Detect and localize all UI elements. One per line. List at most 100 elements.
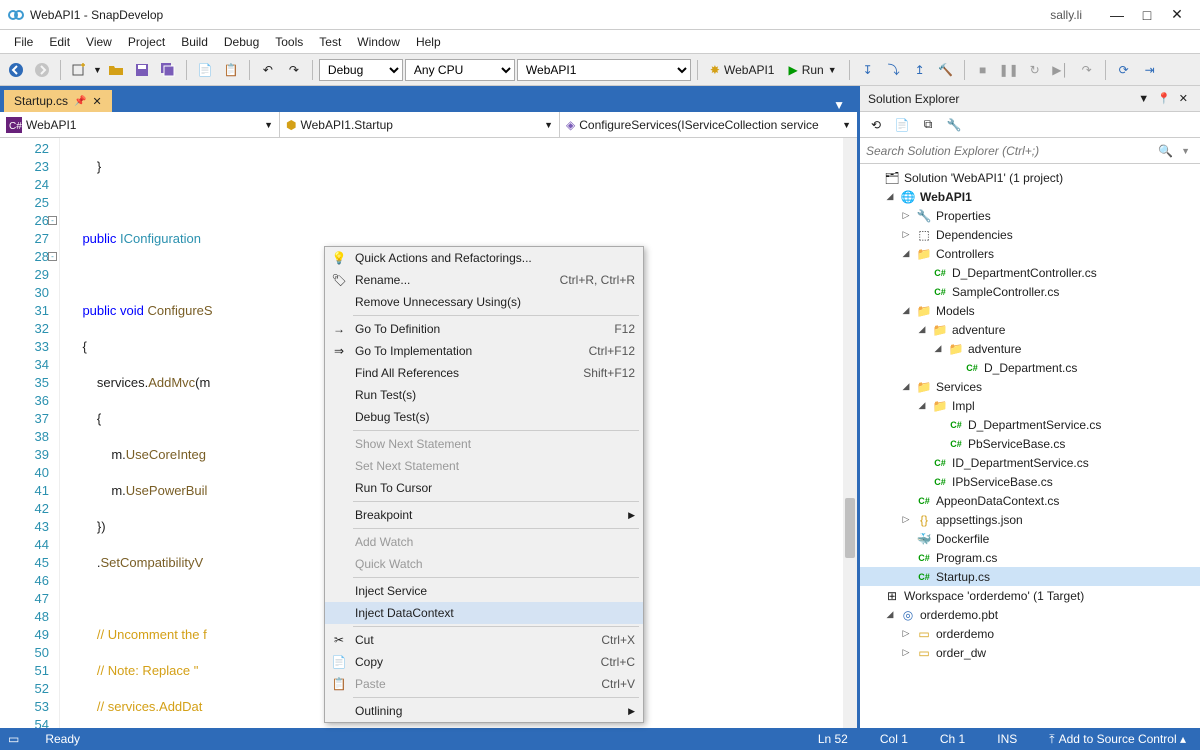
step-over-icon[interactable]: ⤵: [882, 58, 906, 82]
tree-node[interactable]: ◢📁Impl: [860, 396, 1200, 415]
run-button[interactable]: ▶Run▼: [782, 58, 842, 82]
menu-window[interactable]: Window: [349, 32, 408, 52]
tree-node[interactable]: C#IPbServiceBase.cs: [860, 472, 1200, 491]
panel-pin-icon[interactable]: 📍: [1153, 92, 1175, 105]
refresh-icon[interactable]: ⟳: [1112, 58, 1136, 82]
nav-forward-button[interactable]: [30, 58, 54, 82]
menu-edit[interactable]: Edit: [41, 32, 78, 52]
tree-node[interactable]: C#D_DepartmentService.cs: [860, 415, 1200, 434]
status-scc[interactable]: ⤒Add to Source Control ▴: [1043, 732, 1192, 747]
tree-node[interactable]: ▷▭orderdemo: [860, 624, 1200, 643]
save-button[interactable]: [130, 58, 154, 82]
ctx-go-to-definition[interactable]: →Go To DefinitionF12: [325, 318, 643, 340]
expander-icon[interactable]: ◢: [916, 324, 928, 335]
step-icon[interactable]: ↷: [1075, 58, 1099, 82]
pin-icon[interactable]: 📌: [74, 96, 86, 107]
expander-icon[interactable]: ◢: [884, 609, 896, 620]
save-all-button[interactable]: [156, 58, 180, 82]
restart-icon[interactable]: ↻: [1023, 58, 1047, 82]
user-label[interactable]: sally.li: [1050, 8, 1082, 22]
solution-search-input[interactable]: [866, 144, 1154, 158]
dropdown-caret-icon[interactable]: ▼: [93, 65, 102, 75]
debug-icon[interactable]: 🔨: [934, 58, 958, 82]
collapse-icon[interactable]: ⧉: [918, 115, 938, 135]
expander-icon[interactable]: ▷: [900, 514, 912, 525]
pause-icon[interactable]: ❚❚: [997, 58, 1021, 82]
tree-node[interactable]: ◢📁adventure: [860, 339, 1200, 358]
ctx-copy[interactable]: 📄CopyCtrl+C: [325, 651, 643, 673]
expander-icon[interactable]: ◢: [916, 400, 928, 411]
tree-node[interactable]: C#D_Department.cs: [860, 358, 1200, 377]
panel-dropdown-icon[interactable]: ▼: [1134, 93, 1153, 105]
menu-help[interactable]: Help: [408, 32, 449, 52]
vertical-scrollbar[interactable]: [843, 138, 857, 728]
tree-node[interactable]: ◢🌐WebAPI1: [860, 187, 1200, 206]
tree-node[interactable]: ◢📁Services: [860, 377, 1200, 396]
ctx-run-to-cursor[interactable]: Run To Cursor: [325, 477, 643, 499]
ctx-debug-test-s-[interactable]: Debug Test(s): [325, 406, 643, 428]
undo-button[interactable]: ↶: [256, 58, 280, 82]
tree-node[interactable]: 🐳Dockerfile: [860, 529, 1200, 548]
step-out-icon[interactable]: ↥: [908, 58, 932, 82]
expander-icon[interactable]: ◢: [932, 343, 944, 354]
menu-project[interactable]: Project: [120, 32, 173, 52]
step-into-icon[interactable]: ↧: [856, 58, 880, 82]
tabs-dropdown-icon[interactable]: ▼: [825, 98, 853, 112]
tree-node[interactable]: ◢📁adventure: [860, 320, 1200, 339]
ctx-remove-unnecessary-using-s-[interactable]: Remove Unnecessary Using(s): [325, 291, 643, 313]
panel-close-icon[interactable]: ✕: [1175, 92, 1192, 105]
copy-button[interactable]: 📄: [193, 58, 217, 82]
nav-member-combo[interactable]: ◈ ConfigureServices(IServiceCollection s…: [560, 112, 857, 137]
run-to-icon[interactable]: ▶│: [1049, 58, 1073, 82]
menu-file[interactable]: File: [6, 32, 41, 52]
fold-toggle[interactable]: -: [48, 216, 57, 225]
sync-icon[interactable]: 📄: [892, 115, 912, 135]
expander-icon[interactable]: ◢: [900, 381, 912, 392]
ctx-run-test-s-[interactable]: Run Test(s): [325, 384, 643, 406]
project-select[interactable]: WebAPI1: [517, 59, 691, 81]
expander-icon[interactable]: ◢: [884, 191, 896, 202]
expander-icon[interactable]: ◢: [900, 305, 912, 316]
menu-test[interactable]: Test: [311, 32, 349, 52]
menu-build[interactable]: Build: [173, 32, 216, 52]
tree-node[interactable]: C#Program.cs: [860, 548, 1200, 567]
tree-node[interactable]: ▷▭order_dw: [860, 643, 1200, 662]
tree-node[interactable]: C#PbServiceBase.cs: [860, 434, 1200, 453]
tree-node[interactable]: C#SampleController.cs: [860, 282, 1200, 301]
tree-node[interactable]: ⊞Workspace 'orderdemo' (1 Target): [860, 586, 1200, 605]
new-button[interactable]: [67, 58, 91, 82]
expander-icon[interactable]: ▷: [900, 628, 912, 639]
nav-project-combo[interactable]: C# WebAPI1 ▼: [0, 112, 280, 137]
tree-node[interactable]: C#D_DepartmentController.cs: [860, 263, 1200, 282]
fold-toggle[interactable]: -: [48, 252, 57, 261]
ctx-inject-service[interactable]: Inject Service: [325, 580, 643, 602]
expander-icon[interactable]: ▷: [900, 647, 912, 658]
expander-icon[interactable]: ▷: [900, 229, 912, 240]
home-icon[interactable]: ⟲: [866, 115, 886, 135]
ctx-rename-[interactable]: 🏷Rename...Ctrl+R, Ctrl+R: [325, 269, 643, 291]
ctx-inject-datacontext[interactable]: Inject DataContext: [325, 602, 643, 624]
tree-node[interactable]: 🗂Solution 'WebAPI1' (1 project): [860, 168, 1200, 187]
paste-button[interactable]: 📋: [219, 58, 243, 82]
stop-icon[interactable]: ■: [971, 58, 995, 82]
tree-node[interactable]: ▷{}appsettings.json: [860, 510, 1200, 529]
properties-icon[interactable]: 🔧: [944, 115, 964, 135]
ctx-outlining[interactable]: Outlining▶: [325, 700, 643, 722]
nav-class-combo[interactable]: ⬢ WebAPI1.Startup ▼: [280, 112, 560, 137]
tree-node[interactable]: C#ID_DepartmentService.cs: [860, 453, 1200, 472]
ctx-breakpoint[interactable]: Breakpoint▶: [325, 504, 643, 526]
tab-startup[interactable]: Startup.cs 📌 ✕: [4, 90, 112, 112]
search-dropdown-icon[interactable]: ▼: [1177, 146, 1194, 156]
config-select[interactable]: Debug: [319, 59, 403, 81]
close-button[interactable]: ✕: [1162, 6, 1192, 23]
expander-icon[interactable]: ▷: [900, 210, 912, 221]
indent-icon[interactable]: ⇥: [1138, 58, 1162, 82]
tree-node[interactable]: C#AppeonDataContext.cs: [860, 491, 1200, 510]
tree-node[interactable]: ▷🔧Properties: [860, 206, 1200, 225]
ctx-go-to-implementation[interactable]: ⇒Go To ImplementationCtrl+F12: [325, 340, 643, 362]
tree-node[interactable]: C#Startup.cs: [860, 567, 1200, 586]
minimize-button[interactable]: —: [1102, 7, 1132, 23]
tree-node[interactable]: ◢📁Controllers: [860, 244, 1200, 263]
platform-select[interactable]: Any CPU: [405, 59, 515, 81]
solution-tree[interactable]: 🗂Solution 'WebAPI1' (1 project)◢🌐WebAPI1…: [860, 164, 1200, 728]
